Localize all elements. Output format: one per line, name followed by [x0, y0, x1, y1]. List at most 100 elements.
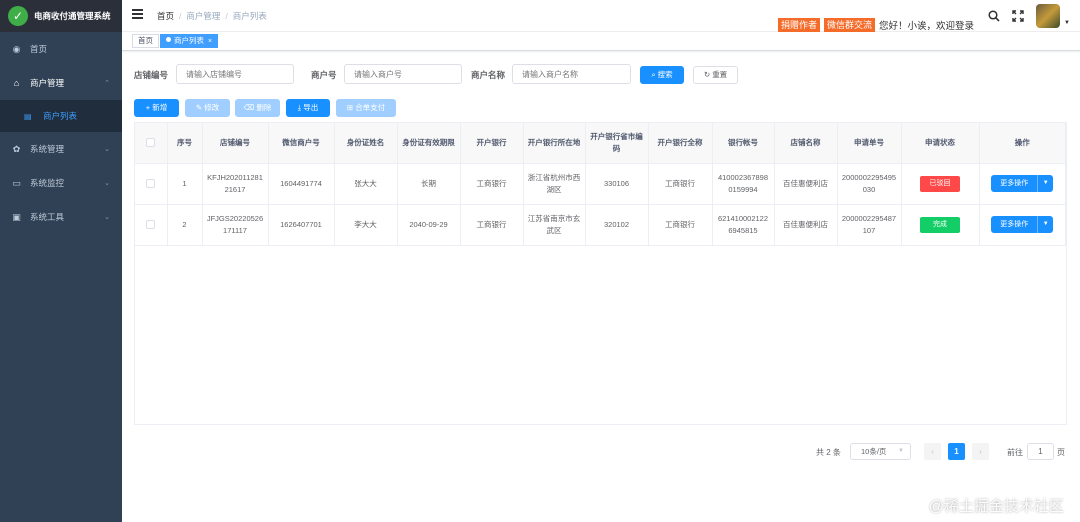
chevron-down-icon[interactable]: ▼	[1038, 216, 1054, 233]
breadcrumb-item[interactable]: 商户管理	[186, 11, 220, 21]
right-menu: 捐赠作者 微信群交流 您好！小诶，欢迎登录 ▼	[778, 3, 1070, 32]
search-button-label: 搜索	[657, 70, 673, 79]
column-header: 店铺编号	[202, 123, 269, 164]
status-badge: 完成	[920, 216, 960, 233]
shop-name-cell: 百佳惠便利店	[774, 163, 838, 205]
more-actions-button[interactable]: 更多操作	[991, 216, 1039, 233]
status-badge: 已驳回	[920, 175, 960, 192]
add-button[interactable]: + 新增	[134, 99, 179, 117]
wechat-group-link[interactable]: 微信群交流	[824, 18, 876, 32]
more-actions-button[interactable]: 更多操作	[991, 175, 1039, 192]
apply-no-cell: 2000002295495030	[837, 163, 902, 205]
sidebar-item-system-monitor[interactable]: ▭ 系统监控 ⌄	[0, 166, 122, 200]
row-checkbox-cell	[135, 163, 168, 205]
breadcrumb: 首页 / 商户管理 / 商户列表	[157, 11, 267, 21]
select-all-checkbox[interactable]	[146, 138, 156, 148]
merchant-table: 序号 店铺编号 微信商户号 身份证姓名 身份证有效期限 开户银行 开户银行所在地…	[134, 122, 1067, 425]
page-number-button[interactable]: 1	[948, 443, 965, 460]
sidebar: ✓ 电商收付通管理系统 ◉ 首页 ⌂ 商户管理 ⌃ ▤ 商户列表 ✿ 系统管理 …	[0, 0, 122, 522]
sidebar-item-system-management[interactable]: ✿ 系统管理 ⌄	[0, 132, 122, 166]
search-button[interactable]: ⌕ 搜索	[640, 66, 684, 84]
sidebar-item-label: 商户列表	[43, 111, 78, 121]
account-no-cell: 6214100021226945815	[712, 204, 775, 246]
merchant-name-label: 商户名称	[471, 70, 506, 80]
bank-location-cell: 浙江省杭州市西湖区	[523, 163, 586, 205]
reset-button-label: 重置	[712, 70, 728, 79]
id-name-cell: 张大大	[334, 163, 398, 205]
chevron-down-icon: ⌄	[104, 180, 110, 187]
chevron-down-icon[interactable]: ▼	[1038, 175, 1054, 192]
close-icon[interactable]: ×	[208, 38, 212, 45]
add-button-label: 新增	[152, 103, 168, 112]
delete-button-label: 删除	[256, 103, 272, 112]
shop-no-input[interactable]	[176, 64, 294, 84]
column-header: 身份证姓名	[334, 123, 398, 164]
column-header: 申请单号	[837, 123, 902, 164]
chevron-up-icon: ⌃	[104, 80, 110, 87]
prev-page-button[interactable]: ‹	[924, 443, 941, 460]
table-header-row: 序号 店铺编号 微信商户号 身份证姓名 身份证有效期限 开户银行 开户银行所在地…	[135, 123, 1066, 164]
sidebar-item-merchant-management[interactable]: ⌂ 商户管理 ⌃	[0, 66, 122, 100]
table-row[interactable]: 2 JFJGS20220526171117 1626407701 李大大 204…	[135, 204, 1066, 246]
chevron-right-icon: ›	[979, 447, 982, 456]
app-title: 电商收付通管理系统	[34, 11, 111, 21]
tab-merchant-list[interactable]: 商户列表 ×	[160, 34, 219, 48]
column-header: 操作	[979, 123, 1066, 164]
sidebar-item-label: 首页	[30, 44, 48, 54]
tab-label: 商户列表	[174, 36, 204, 45]
goto-page-input[interactable]: 1	[1027, 443, 1054, 460]
page-size-select[interactable]: 10条/页 ▼	[850, 443, 911, 460]
watermark: @稀土掘金技术社区	[928, 498, 1064, 515]
sidebar-item-label: 商户管理	[30, 78, 65, 88]
caret-down-icon[interactable]: ▼	[1064, 20, 1070, 26]
sidebar-item-merchant-list[interactable]: ▤ 商户列表	[0, 100, 122, 132]
row-checkbox-cell	[135, 204, 168, 246]
tab-home[interactable]: 首页	[132, 34, 159, 48]
edit-button-label: 修改	[204, 103, 220, 112]
column-header: 开户银行所在地	[523, 123, 586, 164]
table-row[interactable]: 1 KFJH20201128121617 1604491774 张大大 长期 工…	[135, 163, 1066, 205]
breadcrumb-item[interactable]: 首页	[157, 11, 174, 21]
sidebar-item-home[interactable]: ◉ 首页	[0, 32, 122, 66]
sidebar-item-label: 系统工具	[30, 212, 65, 222]
column-header: 微信商户号	[268, 123, 335, 164]
check-logo-icon: ✓	[8, 6, 28, 26]
row-checkbox[interactable]	[146, 220, 156, 230]
delete-button[interactable]: ⌫ 删除	[235, 99, 280, 117]
donate-author-link[interactable]: 捐赠作者	[778, 18, 821, 32]
index-cell: 2	[167, 204, 203, 246]
shop-icon: ⌂	[13, 78, 20, 88]
search-icon[interactable]	[987, 9, 1001, 23]
more-actions-dropdown[interactable]: 更多操作 ▼	[991, 175, 1054, 192]
export-button[interactable]: ⤓ 导出	[286, 99, 330, 117]
column-header: 开户银行全称	[648, 123, 713, 164]
column-header: 身份证有效期限	[397, 123, 461, 164]
merchant-no-input[interactable]	[344, 64, 462, 84]
fullscreen-icon[interactable]	[1011, 9, 1025, 23]
next-page-button[interactable]: ›	[972, 443, 989, 460]
goto-label: 前往	[1007, 448, 1023, 457]
column-header: 店铺名称	[774, 123, 838, 164]
hamburger-menu-icon[interactable]	[132, 9, 143, 19]
merchant-no-label: 商户号	[311, 70, 337, 80]
apply-no-cell: 2000002295487107	[837, 204, 902, 246]
more-actions-dropdown[interactable]: 更多操作 ▼	[991, 216, 1054, 233]
wx-merchant-no-cell: 1626407701	[268, 204, 335, 246]
merchant-name-input[interactable]	[512, 64, 631, 84]
sidebar-item-label: 系统管理	[30, 144, 65, 154]
tool-icon: ▣	[12, 211, 21, 222]
reset-button[interactable]: ↻ 重置	[693, 66, 738, 84]
export-button-label: 导出	[303, 103, 319, 112]
column-header: 银行帐号	[712, 123, 775, 164]
action-cell: 更多操作 ▼	[979, 163, 1066, 205]
edit-button[interactable]: ✎ 修改	[185, 99, 230, 117]
bank-cell: 工商银行	[460, 163, 524, 205]
sidebar-item-system-tools[interactable]: ▣ 系统工具 ⌄	[0, 200, 122, 234]
refresh-icon: ↻	[703, 70, 713, 79]
bank-full-name-cell: 工商银行	[648, 163, 713, 205]
row-checkbox[interactable]	[146, 179, 156, 189]
combined-pay-button[interactable]: ⊞ 合单支付	[336, 99, 396, 117]
list-icon: ▤	[24, 111, 32, 121]
app-logo[interactable]: ✓ 电商收付通管理系统	[0, 0, 122, 32]
avatar[interactable]	[1036, 4, 1061, 28]
